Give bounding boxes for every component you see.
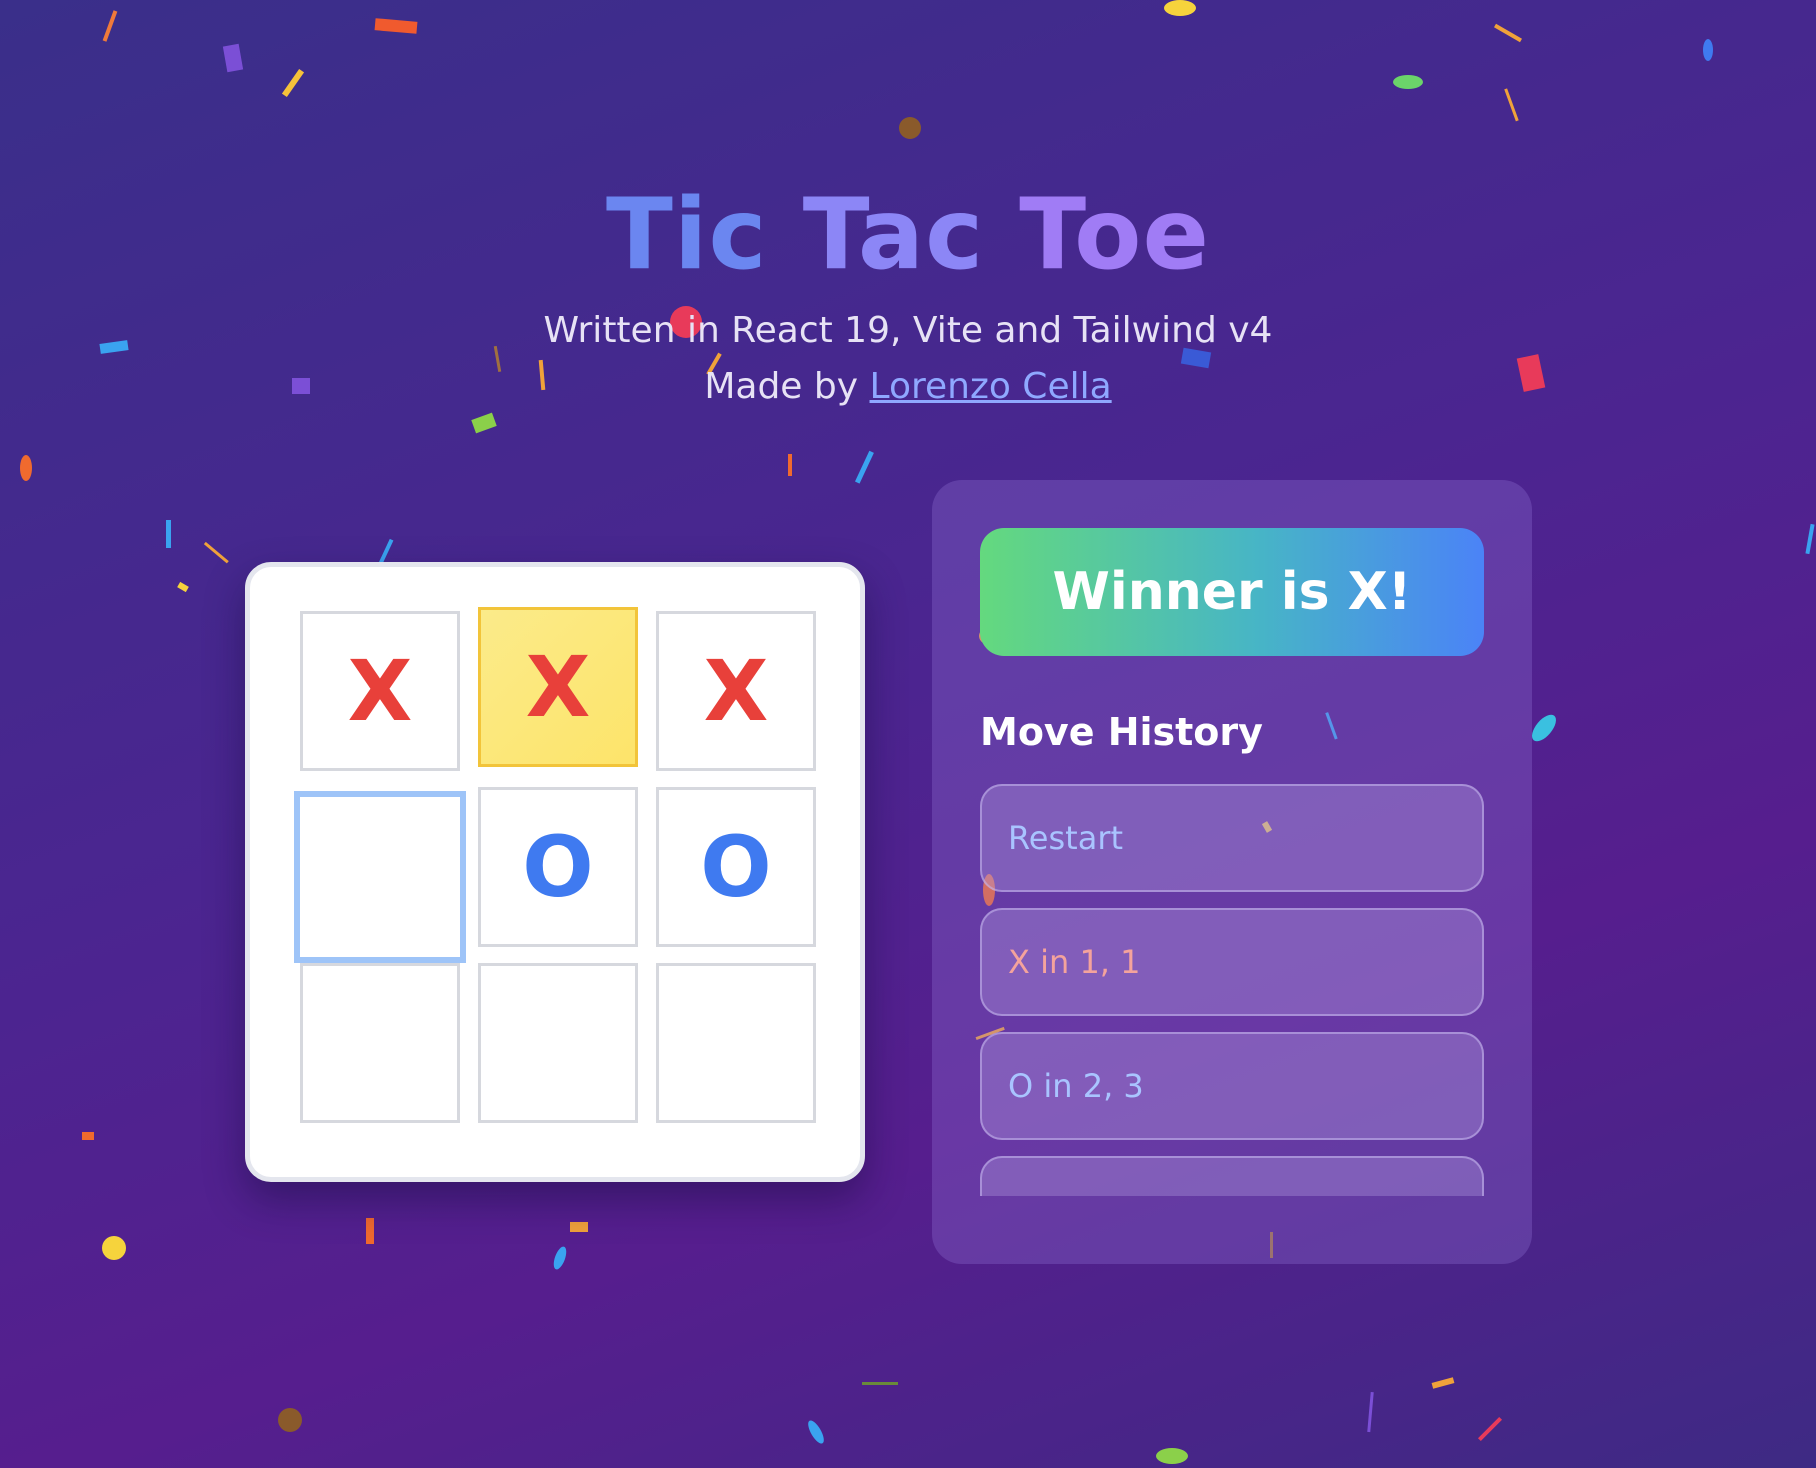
title-word: Toe — [1019, 178, 1210, 292]
confetti-piece — [471, 412, 497, 434]
board-cell[interactable]: X — [300, 611, 460, 771]
confetti-piece — [1393, 75, 1423, 89]
board-cell[interactable]: X — [656, 611, 816, 771]
confetti-piece — [166, 520, 171, 548]
confetti-piece — [553, 1246, 567, 1270]
confetti-piece — [1805, 523, 1815, 555]
game-board: X X X O O — [245, 562, 865, 1182]
confetti-piece — [1532, 714, 1556, 742]
restart-button[interactable]: Restart — [980, 784, 1484, 892]
confetti-piece — [855, 450, 874, 484]
move-history-title: Move History — [980, 710, 1263, 754]
confetti-piece — [1164, 0, 1196, 16]
confetti-piece — [102, 10, 118, 42]
board-cell[interactable]: O — [656, 787, 816, 947]
history-move-button[interactable]: X in 1, 3 — [980, 1156, 1484, 1196]
title-word: Tac — [802, 178, 985, 292]
confetti-piece — [1431, 1377, 1455, 1389]
move-history-list[interactable]: Restart X in 1, 1 O in 2, 3 X in 1, 3 — [980, 784, 1486, 1196]
confetti-piece — [278, 1408, 302, 1432]
made-by-label: Made by — [704, 366, 859, 407]
confetti-piece — [1504, 88, 1519, 122]
board-cell[interactable] — [656, 963, 816, 1123]
confetti-piece — [862, 1382, 898, 1385]
game-info-panel: Winner is X! Move History Restart X in 1… — [932, 480, 1532, 1264]
confetti-piece — [281, 68, 305, 98]
title-word: Tic — [606, 178, 768, 292]
board-cell[interactable] — [294, 791, 466, 963]
history-move-button[interactable]: X in 1, 1 — [980, 908, 1484, 1016]
confetti-piece — [203, 541, 229, 564]
confetti-piece — [374, 18, 418, 34]
confetti-piece — [1367, 1391, 1374, 1433]
confetti-piece — [102, 1236, 126, 1260]
board-cell[interactable]: O — [478, 787, 638, 947]
confetti-piece — [1477, 1416, 1503, 1442]
board-cell[interactable] — [300, 963, 460, 1123]
confetti-piece — [1703, 39, 1713, 61]
page-title: Tic Tac Toe — [0, 178, 1816, 292]
board-cell[interactable] — [478, 963, 638, 1123]
confetti-piece — [20, 455, 32, 481]
confetti-piece — [1494, 23, 1522, 43]
author-link[interactable]: Lorenzo Cella — [870, 366, 1112, 407]
board-cell[interactable]: X — [478, 607, 638, 767]
subtitle: Written in React 19, Vite and Tailwind v… — [543, 310, 1273, 351]
author-credit: Made by Lorenzo Cella — [0, 366, 1816, 407]
confetti-piece — [570, 1222, 588, 1232]
history-move-button[interactable]: O in 2, 3 — [980, 1032, 1484, 1140]
confetti-piece — [222, 43, 244, 73]
confetti-piece — [366, 1218, 374, 1244]
confetti-piece — [1156, 1448, 1188, 1464]
confetti-piece — [177, 581, 189, 593]
winner-banner: Winner is X! — [980, 528, 1484, 656]
confetti-piece — [788, 454, 792, 476]
confetti-piece — [82, 1132, 94, 1140]
confetti-piece — [808, 1420, 824, 1444]
confetti-piece — [899, 117, 921, 139]
